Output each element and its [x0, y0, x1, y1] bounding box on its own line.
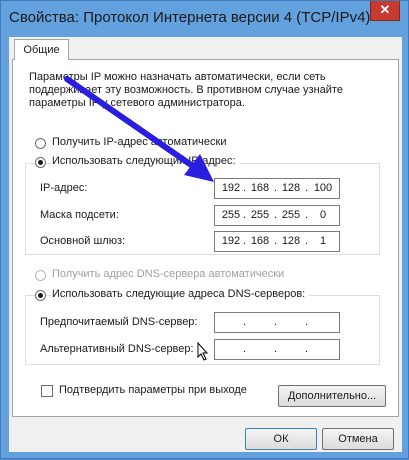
- subnet-mask-input[interactable]: 255 . 255 . 255 . 0: [214, 205, 340, 226]
- gateway-label: Основной шлюз:: [40, 235, 126, 247]
- ip-address-input[interactable]: 192 . 168 . 128 . 100: [214, 178, 340, 199]
- ip-manual-label[interactable]: Использовать следующий IP-адрес:: [52, 155, 240, 167]
- dns-auto-label[interactable]: Получить адрес DNS-сервера автоматически: [52, 268, 284, 280]
- preferred-dns-label: Предпочитаемый DNS-сервер:: [40, 316, 198, 328]
- dns-manual-radio[interactable]: [35, 290, 46, 301]
- ip-manual-radio[interactable]: [35, 157, 46, 168]
- close-icon: ✕: [379, 2, 391, 17]
- ok-button[interactable]: ОК: [245, 428, 317, 450]
- ip-address-label: IP-адрес:: [40, 182, 88, 194]
- dns-auto-radio[interactable]: [35, 270, 46, 281]
- gateway-input[interactable]: 192 . 168 . 128 . 1: [214, 231, 340, 252]
- subnet-mask-label: Маска подсети:: [40, 209, 119, 221]
- ip-auto-label[interactable]: Получить IP-адрес автоматически: [52, 136, 226, 148]
- alternate-dns-input[interactable]: . . .: [214, 339, 340, 360]
- alternate-dns-label: Альтернативный DNS-сервер:: [40, 343, 194, 355]
- validate-label[interactable]: Подтвердить параметры при выходе: [59, 384, 247, 396]
- dialog-window: Свойства: Протокол Интернета версии 4 (T…: [0, 0, 409, 459]
- dns-manual-label[interactable]: Использовать следующие адреса DNS-сервер…: [52, 288, 310, 300]
- validate-checkbox[interactable]: [41, 385, 53, 397]
- window-title: Свойства: Протокол Интернета версии 4 (T…: [9, 9, 371, 26]
- tab-general[interactable]: Общие: [14, 39, 69, 60]
- preferred-dns-input[interactable]: . . .: [214, 312, 340, 333]
- advanced-button[interactable]: Дополнительно...: [278, 385, 386, 407]
- description-text: Параметры IP можно назначать автоматичес…: [29, 71, 343, 109]
- ip-auto-radio[interactable]: [35, 138, 46, 149]
- title-bar[interactable]: Свойства: Протокол Интернета версии 4 (T…: [1, 1, 408, 37]
- close-button[interactable]: ✕: [370, 1, 400, 21]
- dialog-body: Общие Параметры IP можно назначать автом…: [9, 37, 402, 452]
- mouse-cursor-icon: [197, 342, 209, 361]
- cancel-button[interactable]: Отмена: [322, 428, 394, 450]
